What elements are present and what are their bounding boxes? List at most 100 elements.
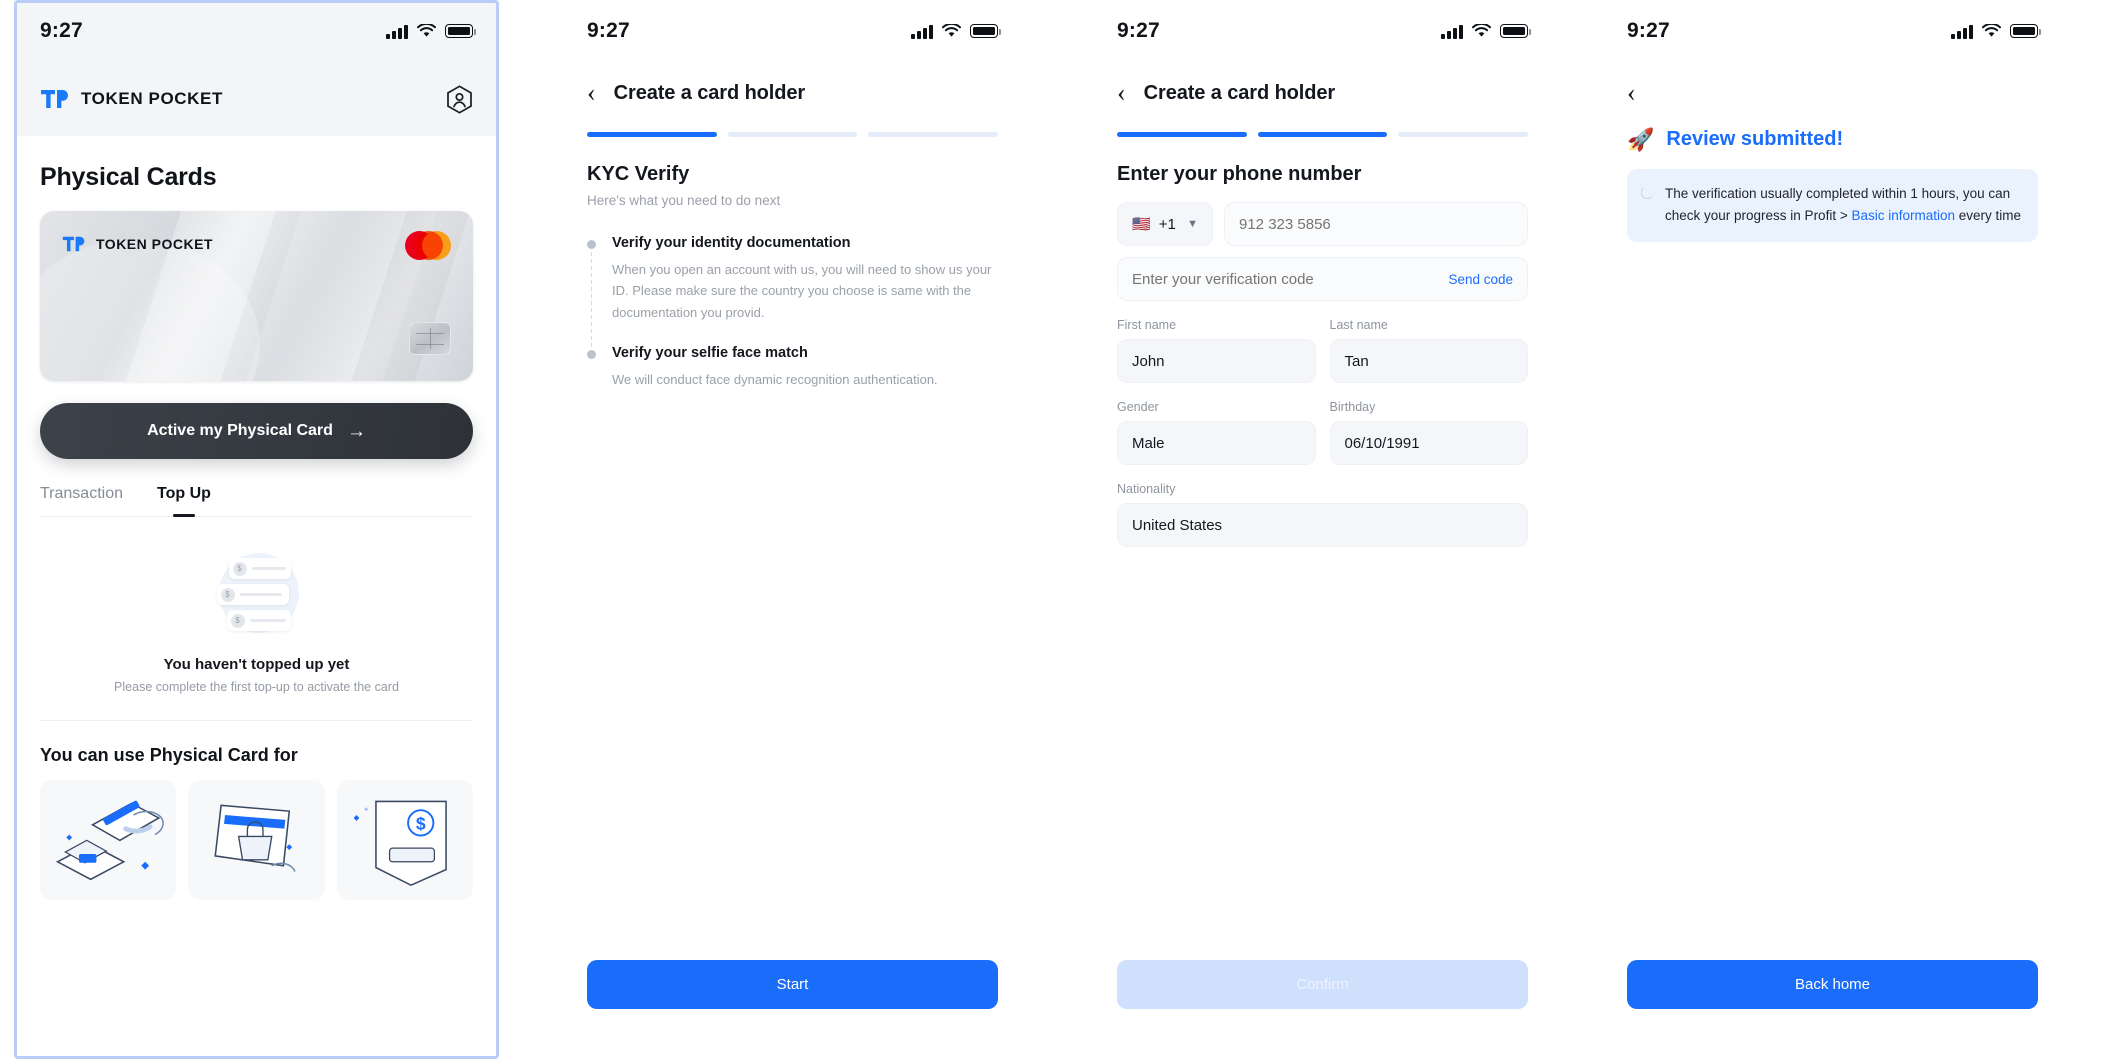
- status-bar-indicators: [1951, 24, 2041, 39]
- chevron-left-icon[interactable]: ‹: [1117, 80, 1126, 106]
- first-name-input[interactable]: John: [1117, 339, 1316, 383]
- nav-bar: ‹: [1600, 62, 2065, 106]
- status-bar-indicators: [386, 24, 476, 39]
- app-brand-bar: TOKEN POCKET: [40, 62, 473, 136]
- chevron-left-icon[interactable]: ‹: [1627, 80, 1636, 106]
- tab-top-up[interactable]: Top Up: [157, 485, 211, 516]
- active-card-label: Active my Physical Card: [147, 422, 333, 439]
- last-name-field-group: Last name Tan: [1329, 318, 1528, 383]
- physical-card-preview[interactable]: TOKEN POCKET: [40, 211, 473, 381]
- rocket-icon: 🚀: [1627, 126, 1655, 152]
- nav-bar: ‹ Create a card holder: [1090, 62, 1555, 106]
- empty-state-title: You haven't topped up yet: [163, 656, 350, 673]
- bullet-dot-icon: [587, 350, 596, 360]
- atm-withdraw-illustration[interactable]: $: [336, 780, 473, 900]
- status-bar-indicators: [911, 24, 1001, 39]
- nationality-field-group: Nationality United States: [1117, 482, 1528, 547]
- back-home-button[interactable]: Back home: [1627, 960, 2038, 1009]
- success-header: 🚀 Review submitted!: [1627, 128, 2038, 151]
- phone-screen-physical-cards: 9:27 TOKEN POCKET Physical Cards TOKEN P…: [14, 0, 499, 1062]
- status-bar-time: 9:27: [40, 19, 83, 42]
- screenshot-stage: 9:27 TOKEN POCKET Physical Cards TOKEN P…: [0, 0, 2104, 1062]
- progress-step-2: [1257, 132, 1388, 137]
- panel1-content-sheet: Physical Cards TOKEN POCKET Active my Ph…: [14, 136, 499, 1062]
- status-bar: 9:27: [560, 0, 1025, 62]
- phone-form-body: Enter your phone number 🇺🇸 +1 ▼ Send cod…: [1090, 163, 1555, 547]
- top-up-empty-state: $ $ $ You haven't topped up yet Please c…: [40, 517, 473, 716]
- gender-input[interactable]: Male: [1117, 421, 1316, 465]
- battery-icon: [1500, 24, 1531, 38]
- wifi-icon: [942, 24, 961, 37]
- verification-code-input[interactable]: [1132, 270, 1449, 288]
- name-fields-row: First name John Last name Tan: [1117, 318, 1528, 383]
- progress-step-3: [868, 132, 999, 137]
- chevron-left-icon[interactable]: ‹: [587, 80, 596, 106]
- bullet-title: Verify your identity documentation: [612, 235, 851, 251]
- progress-step-2: [727, 132, 858, 137]
- bullet-description: When you open an account with us, you wi…: [612, 262, 992, 320]
- notice-text: The verification usually completed withi…: [1665, 183, 2022, 227]
- nav-title: Create a card holder: [613, 81, 806, 104]
- loading-spinner-icon: [1641, 186, 1654, 199]
- account-hexagon-icon[interactable]: [446, 84, 473, 114]
- notice-text-part2: every time: [1955, 207, 2022, 223]
- pos-terminal-illustration[interactable]: [40, 780, 177, 900]
- progress-step-1: [587, 132, 717, 137]
- phone-input-row: 🇺🇸 +1 ▼: [1117, 202, 1528, 246]
- bullet-connector-line: [591, 252, 592, 354]
- online-shopping-illustration[interactable]: [188, 780, 325, 900]
- progress-steps: [1090, 106, 1555, 137]
- cellular-signal-icon: [911, 24, 933, 39]
- status-bar: 9:27: [1090, 0, 1555, 62]
- form-heading: Enter your phone number: [1117, 163, 1362, 185]
- phone-number-input[interactable]: [1224, 202, 1528, 246]
- status-bar: 9:27: [1600, 0, 2065, 62]
- arrow-right-icon: →: [346, 420, 366, 442]
- use-section-title: You can use Physical Card for: [40, 745, 298, 765]
- first-name-label: First name: [1117, 318, 1177, 332]
- status-bar-time: 9:27: [1627, 19, 1670, 42]
- active-physical-card-button[interactable]: Active my Physical Card →: [40, 403, 473, 459]
- battery-icon: [2010, 24, 2041, 38]
- country-code-select[interactable]: 🇺🇸 +1 ▼: [1117, 202, 1213, 246]
- nationality-input[interactable]: United States: [1117, 503, 1528, 547]
- chevron-down-icon: ▼: [1187, 218, 1198, 230]
- card-chip-icon: [409, 322, 451, 355]
- status-bar-time: 9:27: [1117, 19, 1160, 42]
- start-button[interactable]: Start: [587, 960, 998, 1009]
- battery-icon: [970, 24, 1001, 38]
- status-bar: 9:27: [40, 0, 476, 62]
- pos-terminal-art: [55, 800, 164, 881]
- phone-screen-review-submitted: 9:27 ‹ 🚀 Review submitted! The verificat…: [1600, 0, 2065, 1062]
- send-code-button[interactable]: Send code: [1448, 272, 1513, 287]
- cellular-signal-icon: [386, 24, 408, 39]
- use-section-cards: $: [40, 780, 473, 900]
- kyc-subheading: Here's what you need to do next: [587, 193, 781, 208]
- progress-step-1: [1117, 132, 1247, 137]
- country-code-value: +1: [1158, 215, 1176, 233]
- kyc-bullet-item: Verify your identity documentation When …: [587, 235, 998, 354]
- cellular-signal-icon: [1441, 24, 1463, 39]
- nav-title: Create a card holder: [1143, 81, 1336, 104]
- basic-information-link[interactable]: Basic information: [1851, 208, 1955, 223]
- nav-bar: ‹ Create a card holder: [560, 62, 1025, 106]
- status-bar-indicators: [1441, 24, 1531, 39]
- svg-text:$: $: [416, 814, 426, 834]
- birthday-label: Birthday: [1329, 400, 1376, 414]
- bullet-title: Verify your selfie face match: [612, 345, 808, 362]
- brand-name: TOKEN POCKET: [81, 89, 223, 108]
- wifi-icon: [417, 24, 436, 37]
- review-body: 🚀 Review submitted! The verification usu…: [1600, 128, 2065, 242]
- bullet-description: We will conduct face dynamic recognition…: [612, 372, 938, 388]
- birthday-field-group: Birthday 06/10/1991: [1329, 400, 1528, 465]
- review-submitted-title: Review submitted!: [1666, 128, 1844, 150]
- card-tabs: Transaction Top Up: [40, 485, 473, 517]
- empty-state-subtitle: Please complete the first top-up to acti…: [114, 680, 399, 694]
- tab-transaction[interactable]: Transaction: [40, 485, 123, 516]
- atm-withdraw-art: $: [353, 800, 447, 887]
- birthday-input[interactable]: 06/10/1991: [1329, 421, 1528, 465]
- card-brand: TOKEN POCKET: [62, 235, 213, 253]
- last-name-input[interactable]: Tan: [1329, 339, 1528, 383]
- confirm-button[interactable]: Confirm: [1117, 960, 1528, 1009]
- gender-field-group: Gender Male: [1117, 400, 1316, 465]
